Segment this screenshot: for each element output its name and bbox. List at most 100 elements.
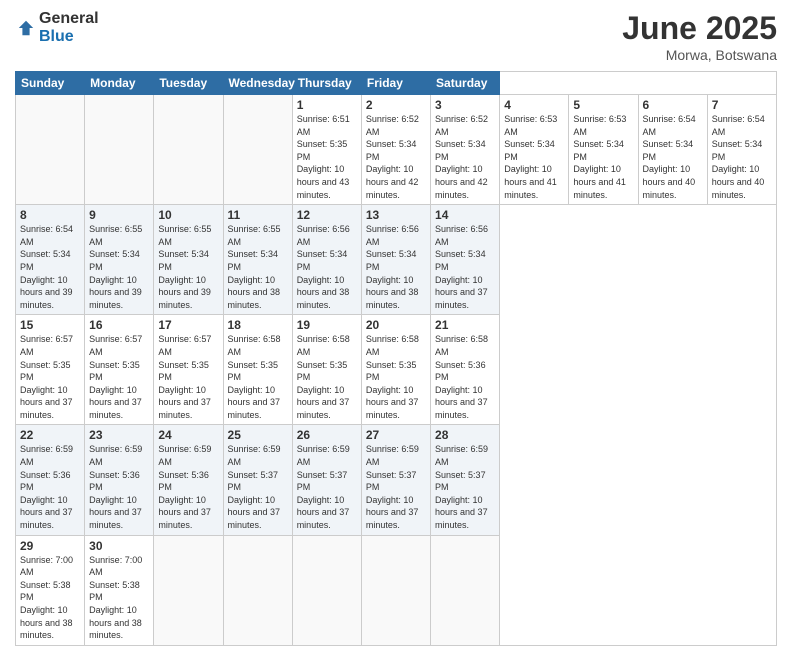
day-info: Sunrise: 6:54 AMSunset: 5:34 PMDaylight:… — [20, 223, 80, 311]
header: General Blue June 2025 Morwa, Botswana — [15, 10, 777, 63]
day-number: 30 — [89, 539, 149, 553]
day-number: 6 — [643, 98, 703, 112]
day-info: Sunrise: 6:57 AMSunset: 5:35 PMDaylight:… — [20, 333, 80, 421]
calendar-day-cell — [361, 535, 430, 645]
calendar-day-cell: 12Sunrise: 6:56 AMSunset: 5:34 PMDayligh… — [292, 205, 361, 315]
calendar-week-row: 1Sunrise: 6:51 AMSunset: 5:35 PMDaylight… — [16, 95, 777, 205]
logo-blue: Blue — [39, 28, 99, 46]
day-number: 7 — [712, 98, 772, 112]
calendar-day-cell: 11Sunrise: 6:55 AMSunset: 5:34 PMDayligh… — [223, 205, 292, 315]
day-number: 11 — [228, 208, 288, 222]
day-number: 25 — [228, 428, 288, 442]
day-number: 21 — [435, 318, 495, 332]
calendar-day-cell — [431, 535, 500, 645]
calendar-header-thursday: Thursday — [292, 72, 361, 95]
calendar-day-cell: 4Sunrise: 6:53 AMSunset: 5:34 PMDaylight… — [500, 95, 569, 205]
logo-icon — [17, 19, 35, 37]
calendar-header-wednesday: Wednesday — [223, 72, 292, 95]
calendar-header-friday: Friday — [361, 72, 430, 95]
day-info: Sunrise: 6:55 AMSunset: 5:34 PMDaylight:… — [89, 223, 149, 311]
day-number: 26 — [297, 428, 357, 442]
calendar-week-row: 29Sunrise: 7:00 AMSunset: 5:38 PMDayligh… — [16, 535, 777, 645]
day-number: 29 — [20, 539, 80, 553]
day-info: Sunrise: 6:59 AMSunset: 5:37 PMDaylight:… — [435, 443, 495, 531]
day-number: 28 — [435, 428, 495, 442]
day-number: 19 — [297, 318, 357, 332]
calendar-day-cell: 22Sunrise: 6:59 AMSunset: 5:36 PMDayligh… — [16, 425, 85, 535]
calendar-day-cell: 30Sunrise: 7:00 AMSunset: 5:38 PMDayligh… — [85, 535, 154, 645]
calendar-day-cell: 14Sunrise: 6:56 AMSunset: 5:34 PMDayligh… — [431, 205, 500, 315]
calendar-header-tuesday: Tuesday — [154, 72, 223, 95]
day-info: Sunrise: 6:59 AMSunset: 5:36 PMDaylight:… — [158, 443, 218, 531]
calendar-header-row: SundayMondayTuesdayWednesdayThursdayFrid… — [16, 72, 777, 95]
day-number: 23 — [89, 428, 149, 442]
calendar-day-cell: 8Sunrise: 6:54 AMSunset: 5:34 PMDaylight… — [16, 205, 85, 315]
calendar-day-cell: 9Sunrise: 6:55 AMSunset: 5:34 PMDaylight… — [85, 205, 154, 315]
day-info: Sunrise: 6:59 AMSunset: 5:37 PMDaylight:… — [366, 443, 426, 531]
day-number: 18 — [228, 318, 288, 332]
calendar-header-monday: Monday — [85, 72, 154, 95]
calendar-day-cell: 25Sunrise: 6:59 AMSunset: 5:37 PMDayligh… — [223, 425, 292, 535]
calendar-day-cell: 19Sunrise: 6:58 AMSunset: 5:35 PMDayligh… — [292, 315, 361, 425]
day-info: Sunrise: 6:59 AMSunset: 5:37 PMDaylight:… — [228, 443, 288, 531]
calendar-day-cell — [154, 535, 223, 645]
day-info: Sunrise: 6:58 AMSunset: 5:36 PMDaylight:… — [435, 333, 495, 421]
month-title: June 2025 — [622, 10, 777, 47]
calendar-day-cell: 20Sunrise: 6:58 AMSunset: 5:35 PMDayligh… — [361, 315, 430, 425]
day-number: 16 — [89, 318, 149, 332]
day-info: Sunrise: 7:00 AMSunset: 5:38 PMDaylight:… — [89, 554, 149, 642]
day-info: Sunrise: 6:52 AMSunset: 5:34 PMDaylight:… — [435, 113, 495, 201]
calendar-day-cell: 17Sunrise: 6:57 AMSunset: 5:35 PMDayligh… — [154, 315, 223, 425]
day-info: Sunrise: 6:59 AMSunset: 5:37 PMDaylight:… — [297, 443, 357, 531]
calendar-day-cell — [223, 535, 292, 645]
day-info: Sunrise: 6:53 AMSunset: 5:34 PMDaylight:… — [573, 113, 633, 201]
day-info: Sunrise: 6:51 AMSunset: 5:35 PMDaylight:… — [297, 113, 357, 201]
day-number: 1 — [297, 98, 357, 112]
day-number: 5 — [573, 98, 633, 112]
location-subtitle: Morwa, Botswana — [622, 47, 777, 63]
day-info: Sunrise: 6:54 AMSunset: 5:34 PMDaylight:… — [643, 113, 703, 201]
calendar-header-sunday: Sunday — [16, 72, 85, 95]
calendar-day-cell: 7Sunrise: 6:54 AMSunset: 5:34 PMDaylight… — [707, 95, 776, 205]
calendar-day-cell: 2Sunrise: 6:52 AMSunset: 5:34 PMDaylight… — [361, 95, 430, 205]
day-number: 8 — [20, 208, 80, 222]
day-number: 13 — [366, 208, 426, 222]
day-info: Sunrise: 6:58 AMSunset: 5:35 PMDaylight:… — [366, 333, 426, 421]
day-info: Sunrise: 6:59 AMSunset: 5:36 PMDaylight:… — [89, 443, 149, 531]
day-info: Sunrise: 6:56 AMSunset: 5:34 PMDaylight:… — [297, 223, 357, 311]
day-number: 24 — [158, 428, 218, 442]
calendar-week-row: 15Sunrise: 6:57 AMSunset: 5:35 PMDayligh… — [16, 315, 777, 425]
day-number: 9 — [89, 208, 149, 222]
day-info: Sunrise: 7:00 AMSunset: 5:38 PMDaylight:… — [20, 554, 80, 642]
calendar-day-cell: 1Sunrise: 6:51 AMSunset: 5:35 PMDaylight… — [292, 95, 361, 205]
calendar-day-cell — [154, 95, 223, 205]
calendar-day-cell: 24Sunrise: 6:59 AMSunset: 5:36 PMDayligh… — [154, 425, 223, 535]
calendar-day-cell — [16, 95, 85, 205]
day-info: Sunrise: 6:53 AMSunset: 5:34 PMDaylight:… — [504, 113, 564, 201]
day-info: Sunrise: 6:57 AMSunset: 5:35 PMDaylight:… — [158, 333, 218, 421]
calendar-day-cell: 27Sunrise: 6:59 AMSunset: 5:37 PMDayligh… — [361, 425, 430, 535]
day-info: Sunrise: 6:55 AMSunset: 5:34 PMDaylight:… — [228, 223, 288, 311]
day-info: Sunrise: 6:52 AMSunset: 5:34 PMDaylight:… — [366, 113, 426, 201]
calendar-day-cell: 5Sunrise: 6:53 AMSunset: 5:34 PMDaylight… — [569, 95, 638, 205]
day-number: 12 — [297, 208, 357, 222]
day-info: Sunrise: 6:58 AMSunset: 5:35 PMDaylight:… — [228, 333, 288, 421]
calendar-day-cell: 21Sunrise: 6:58 AMSunset: 5:36 PMDayligh… — [431, 315, 500, 425]
day-number: 15 — [20, 318, 80, 332]
calendar-day-cell — [223, 95, 292, 205]
calendar-day-cell: 13Sunrise: 6:56 AMSunset: 5:34 PMDayligh… — [361, 205, 430, 315]
day-info: Sunrise: 6:57 AMSunset: 5:35 PMDaylight:… — [89, 333, 149, 421]
calendar-day-cell: 23Sunrise: 6:59 AMSunset: 5:36 PMDayligh… — [85, 425, 154, 535]
day-info: Sunrise: 6:56 AMSunset: 5:34 PMDaylight:… — [435, 223, 495, 311]
day-number: 4 — [504, 98, 564, 112]
day-info: Sunrise: 6:58 AMSunset: 5:35 PMDaylight:… — [297, 333, 357, 421]
calendar-day-cell: 29Sunrise: 7:00 AMSunset: 5:38 PMDayligh… — [16, 535, 85, 645]
day-info: Sunrise: 6:59 AMSunset: 5:36 PMDaylight:… — [20, 443, 80, 531]
calendar-week-row: 8Sunrise: 6:54 AMSunset: 5:34 PMDaylight… — [16, 205, 777, 315]
day-number: 17 — [158, 318, 218, 332]
calendar-day-cell — [292, 535, 361, 645]
calendar-day-cell: 10Sunrise: 6:55 AMSunset: 5:34 PMDayligh… — [154, 205, 223, 315]
calendar-day-cell: 15Sunrise: 6:57 AMSunset: 5:35 PMDayligh… — [16, 315, 85, 425]
day-number: 10 — [158, 208, 218, 222]
logo-text: General Blue — [39, 10, 99, 45]
